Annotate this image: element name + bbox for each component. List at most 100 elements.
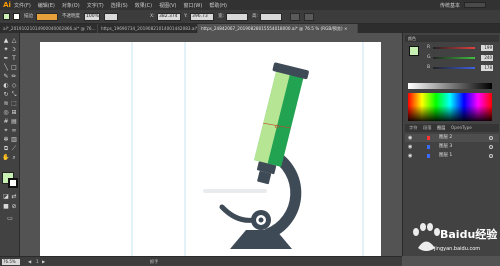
menu-help[interactable]: 帮助(H) — [209, 2, 227, 9]
menu-type[interactable]: 文字(T) — [87, 2, 104, 9]
line-tool-icon[interactable]: ╲ — [2, 64, 10, 71]
x-field[interactable]: 382.374 — [157, 13, 181, 21]
tab-document-1[interactable]: ai*_20191021014900040002866.ai* @ 76... … — [0, 24, 98, 33]
slider-g-value[interactable]: 240 — [481, 55, 493, 61]
layer-row-3[interactable]: ◉ 图层 1 — [405, 152, 499, 160]
slider-b-track[interactable] — [433, 67, 475, 69]
layer-row-1[interactable]: ◉ 图层 2 — [405, 134, 499, 142]
perspective-grid-tool-icon[interactable]: ⊞ — [10, 109, 18, 116]
tab-paragraph[interactable]: 段落 — [423, 124, 431, 132]
blend-tool-icon[interactable]: ∞ — [10, 127, 18, 134]
free-transform-tool-icon[interactable]: ⬚ — [10, 100, 18, 107]
style-dropdown[interactable] — [104, 13, 118, 21]
layer-target-icon[interactable] — [489, 145, 493, 149]
layer-color-chip — [427, 145, 430, 149]
menu-edit[interactable]: 编辑(E) — [38, 2, 55, 9]
pen-tool-icon[interactable]: ✒ — [2, 55, 10, 62]
hand-tool-icon[interactable]: ✋ — [2, 154, 10, 161]
align-icon[interactable] — [304, 13, 314, 21]
slider-g-track[interactable] — [433, 57, 475, 59]
lasso-tool-icon[interactable]: ↄ — [10, 46, 18, 53]
next-page-icon[interactable]: ▶ — [42, 259, 45, 265]
color-spectrum[interactable] — [408, 93, 492, 121]
illustrator-logo: Ai — [3, 1, 11, 9]
layer-row-2[interactable]: ◉ 图层 3 — [405, 143, 499, 151]
blob-brush-tool-icon[interactable]: ◐ — [2, 82, 10, 89]
prev-page-icon[interactable]: ◀ — [28, 259, 31, 265]
search-input[interactable] — [464, 2, 486, 8]
layer-name: 图层 1 — [439, 153, 453, 158]
slider-r-track[interactable] — [433, 47, 475, 49]
layer-color-chip — [427, 136, 430, 140]
type-tool-icon[interactable]: T — [10, 55, 18, 62]
microscope-stage — [203, 189, 267, 193]
page-number[interactable]: 1 — [36, 259, 39, 265]
visibility-eye-icon[interactable]: ◉ — [408, 134, 412, 142]
swap-colors-icon[interactable]: ⇄ — [10, 193, 18, 200]
tab-character[interactable]: 字符 — [409, 124, 417, 132]
artboard-tool-icon[interactable]: ⧉ — [2, 145, 10, 152]
shape-builder-tool-icon[interactable]: ◎ — [2, 109, 10, 116]
tab-layers[interactable]: 图层 — [437, 124, 445, 132]
scale-tool-icon[interactable]: ⤡ — [10, 91, 18, 98]
width-tool-icon[interactable]: ≋ — [2, 100, 10, 107]
menu-file[interactable]: 文件(F) — [14, 2, 31, 9]
workspace-switcher[interactable]: 传统基本 — [440, 2, 460, 9]
zoom-field[interactable]: 76.5% — [2, 259, 20, 265]
tab-opentype[interactable]: OpenType — [451, 124, 472, 132]
opacity-field[interactable]: 100% — [84, 13, 100, 21]
slider-b-label: B — [427, 65, 431, 70]
menu-view[interactable]: 视图(V) — [159, 2, 176, 9]
color-mode-icon[interactable]: ■ — [2, 203, 10, 210]
canvas-area[interactable] — [20, 33, 402, 256]
menu-object[interactable]: 对象(O) — [62, 2, 80, 9]
visibility-eye-icon[interactable]: ◉ — [408, 143, 412, 151]
magic-wand-tool-icon[interactable]: ✦ — [2, 46, 10, 53]
zoom-tool-icon[interactable]: ⌕ — [10, 154, 18, 161]
visibility-eye-icon[interactable]: ◉ — [408, 152, 412, 160]
none-mode-icon[interactable]: ⊘ — [10, 203, 18, 210]
stroke-color-swatch[interactable] — [13, 13, 20, 20]
color-panel-header[interactable]: 颜色 — [405, 35, 499, 42]
height-field[interactable] — [260, 13, 282, 21]
direct-selection-tool-icon[interactable]: △ — [10, 37, 18, 44]
width-field[interactable] — [226, 13, 248, 21]
menu-effect[interactable]: 效果(C) — [135, 2, 152, 9]
selection-tool-icon[interactable]: ▲ — [2, 37, 10, 44]
y-field[interactable]: 396.73 — [190, 13, 214, 21]
grayscale-ramp[interactable] — [408, 83, 492, 89]
tab-document-3[interactable]: https_24842067_20190828015554018000.ai* … — [198, 24, 358, 33]
eraser-tool-icon[interactable]: ◇ — [10, 82, 18, 89]
fill-color-swatch[interactable] — [3, 13, 10, 20]
mesh-tool-icon[interactable]: # — [2, 118, 10, 125]
width-label: 宽: — [218, 14, 225, 19]
height-label: 高: — [252, 14, 259, 19]
slider-b-value[interactable]: 178 — [481, 65, 493, 71]
menu-select[interactable]: 选择(S) — [111, 2, 128, 9]
artboard[interactable] — [40, 42, 381, 256]
eyedropper-tool-icon[interactable]: ⌖ — [2, 127, 10, 134]
current-color-preview[interactable] — [409, 46, 419, 56]
layer-name: 图层 2 — [439, 135, 453, 140]
graph-tool-icon[interactable]: ▥ — [10, 136, 18, 143]
default-colors-icon[interactable]: ◪ — [2, 193, 10, 200]
transform-icon[interactable] — [290, 13, 300, 21]
slider-r-value[interactable]: 199 — [481, 45, 493, 51]
tab-document-2[interactable]: https_19690734_20190821014001442083.ai* … — [98, 24, 198, 33]
pencil-tool-icon[interactable]: ✏ — [10, 73, 18, 80]
menu-window[interactable]: 窗口(W) — [183, 2, 202, 9]
rotate-tool-icon[interactable]: ↻ — [2, 91, 10, 98]
screen-mode-icon[interactable]: ▭ — [6, 215, 14, 222]
symbol-sprayer-tool-icon[interactable]: ✻ — [2, 136, 10, 143]
slice-tool-icon[interactable]: ⟋ — [10, 145, 18, 152]
paintbrush-tool-icon[interactable]: ✎ — [2, 73, 10, 80]
gradient-tool-icon[interactable]: ▤ — [10, 118, 18, 125]
x-label: X: — [150, 14, 155, 19]
layer-target-icon[interactable] — [489, 154, 493, 158]
watermark-title: Baidu经验 — [440, 228, 498, 241]
rectangle-tool-icon[interactable]: □ — [10, 64, 18, 71]
baidu-watermark: Baidu经验 jingyan.baidu.com — [404, 208, 500, 266]
stroke-swatch[interactable] — [8, 178, 18, 188]
layer-target-icon[interactable] — [489, 136, 493, 140]
stroke-weight-field[interactable] — [36, 13, 58, 21]
